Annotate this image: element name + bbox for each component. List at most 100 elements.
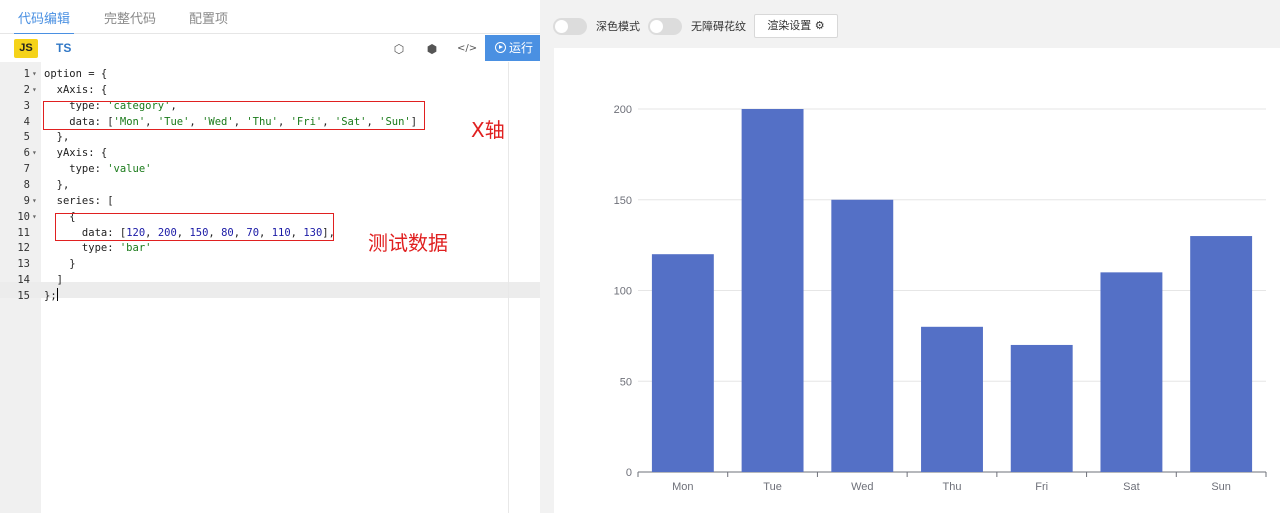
editor-ruler xyxy=(508,62,509,513)
code-text: ] xyxy=(44,274,63,287)
line-number: 4 xyxy=(23,115,30,128)
js-toggle[interactable]: JS xyxy=(14,39,38,58)
run-label: 运行 xyxy=(509,41,534,55)
editor-toolbar: JS TS ⬡ ⬢ </> 运行 xyxy=(0,34,540,62)
xaxis-annotation: X轴 xyxy=(471,118,505,142)
code-text: type: 'bar' xyxy=(44,242,152,255)
line-number: 11 xyxy=(17,226,30,239)
line-number: 6 xyxy=(23,147,30,160)
chart-panel: 0 50 100 150 200 Mon Tue Wed Thu Fri Sat Sun xyxy=(554,48,1280,513)
fold-arrow-icon[interactable]: ▾ xyxy=(32,66,40,82)
code-line: 7 type: 'value' xyxy=(0,161,540,177)
code-text: yAxis: { xyxy=(44,147,108,160)
x-tick-label: Sat xyxy=(1123,481,1140,493)
box-icon[interactable]: ⬢ xyxy=(423,40,441,58)
code-line: 9 ▾ series: [ xyxy=(0,193,540,209)
code-text: }, xyxy=(44,178,70,191)
x-tick-label: Tue xyxy=(763,481,782,493)
code-line: 8 }, xyxy=(0,177,540,193)
y-tick-label: 50 xyxy=(620,376,632,388)
code-text: }; xyxy=(44,287,58,302)
fold-arrow-icon[interactable]: ▾ xyxy=(32,209,40,225)
dark-mode-label: 深色模式 xyxy=(596,20,640,33)
line-number: 13 xyxy=(17,258,30,271)
render-settings-button[interactable]: 渲染设置 ⚙ xyxy=(754,14,838,38)
y-tick-label: 150 xyxy=(614,195,632,207)
editor-tabs: 代码编辑 完整代码 配置项 xyxy=(0,6,540,35)
bar-chart: 0 50 100 150 200 Mon Tue Wed Thu Fri Sat Sun xyxy=(614,104,1267,493)
x-tick-label: Sun xyxy=(1211,481,1231,493)
code-text: } xyxy=(44,258,76,271)
code-line: 2 ▾ xAxis: { xyxy=(0,82,540,98)
bar-sun xyxy=(1190,236,1253,472)
dark-mode-switch[interactable] xyxy=(553,18,587,35)
y-tick-label: 100 xyxy=(614,286,632,298)
line-number: 12 xyxy=(17,242,30,255)
line-number: 1 xyxy=(23,68,30,80)
xaxis-highlight-box xyxy=(43,101,425,130)
x-tick-label: Wed xyxy=(851,481,873,493)
line-number: 3 xyxy=(23,99,30,112)
fold-arrow-icon[interactable]: ▾ xyxy=(32,193,40,209)
code-line: 5 }, xyxy=(0,129,540,145)
preview-pane: 深色模式 无障碍花纹 渲染设置 ⚙ 0 50 100 150 200 Mon Tue Wed T… xyxy=(540,0,1280,513)
code-line: 12 type: 'bar' xyxy=(0,240,540,256)
line-number: 8 xyxy=(23,178,30,191)
code-line: 13 } xyxy=(0,256,540,272)
preview-toolbar: 深色模式 无障碍花纹 渲染设置 ⚙ xyxy=(540,0,1280,48)
bar-mon xyxy=(651,254,714,472)
play-icon xyxy=(495,42,506,53)
code-line: 6 ▾ yAxis: { xyxy=(0,145,540,161)
line-number: 5 xyxy=(23,131,30,144)
app-root: 代码编辑 完整代码 配置项 JS TS ⬡ ⬢ </> 运行 1 ▾ option … xyxy=(0,0,1280,513)
tab-code-edit[interactable]: 代码编辑 xyxy=(13,6,75,35)
y-tick-label: 200 xyxy=(614,104,632,116)
run-button[interactable]: 运行 xyxy=(485,35,540,61)
ts-toggle[interactable]: TS xyxy=(56,39,71,58)
accessibility-label: 无障碍花纹 xyxy=(691,20,746,33)
line-number: 2 xyxy=(23,83,30,96)
bar-wed xyxy=(831,199,894,472)
fold-arrow-icon[interactable]: ▾ xyxy=(32,145,40,161)
tab-full-code[interactable]: 完整代码 xyxy=(104,6,156,34)
bar-tue xyxy=(741,109,804,472)
bar-sat xyxy=(1100,272,1163,472)
code-line: 15}; xyxy=(0,287,540,304)
tab-config[interactable]: 配置项 xyxy=(189,6,228,34)
accessibility-switch[interactable] xyxy=(648,18,682,35)
x-tick-label: Mon xyxy=(672,481,693,493)
line-number: 14 xyxy=(17,274,30,287)
line-number: 10 xyxy=(17,210,30,223)
line-number: 9 xyxy=(23,194,30,207)
line-number: 15 xyxy=(17,289,30,302)
code-line: 14 ] xyxy=(0,272,540,288)
code-text: option = { xyxy=(44,68,108,80)
code-text: }, xyxy=(44,131,70,144)
code-icon[interactable]: </> xyxy=(457,40,477,58)
data-highlight-box xyxy=(55,213,334,241)
code-line: 1 ▾ option = { xyxy=(0,66,540,82)
code-text: xAxis: { xyxy=(44,83,108,96)
x-tick-label: Fri xyxy=(1035,481,1048,493)
code-text: type: 'value' xyxy=(44,163,152,176)
codepen-icon[interactable]: ⬡ xyxy=(390,40,408,58)
x-tick-label: Thu xyxy=(943,481,962,493)
bar-fri xyxy=(1010,344,1073,472)
code-text: series: [ xyxy=(44,194,114,207)
bar-thu xyxy=(921,326,983,472)
editor-pane: 代码编辑 完整代码 配置项 JS TS ⬡ ⬢ </> 运行 1 ▾ option … xyxy=(0,0,540,513)
data-annotation: 测试数据 xyxy=(368,231,448,255)
line-number: 7 xyxy=(23,163,30,176)
fold-arrow-icon[interactable]: ▾ xyxy=(32,82,40,98)
y-tick-label: 0 xyxy=(626,467,632,479)
